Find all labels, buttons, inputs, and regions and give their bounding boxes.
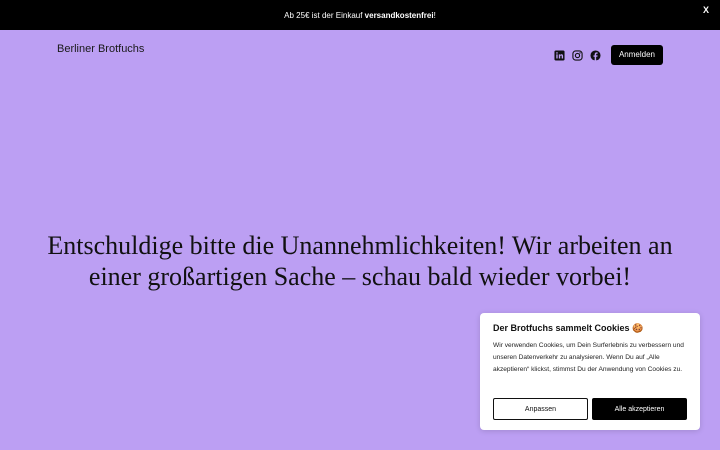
maintenance-headline: Entschuldige bitte die Unannehmlichkeite… [47,231,673,291]
cookie-consent-banner: Der Brotfuchs sammelt Cookies 🍪 Wir verw… [480,313,700,430]
announcement-text-bold: versandkostenfrei [364,10,434,20]
linkedin-icon[interactable] [554,49,565,61]
announcement-text-prefix: Ab 25€ ist der Einkauf [284,10,365,20]
cookie-accept-all-button[interactable]: Alle akzeptieren [592,398,687,420]
header-actions: Anmelden [554,45,663,65]
instagram-icon[interactable] [572,49,583,61]
brand-logo-text[interactable]: Berliner Brotfuchs [57,43,144,55]
cookie-adjust-button[interactable]: Anpassen [493,398,588,420]
login-button[interactable]: Anmelden [610,45,663,65]
cookie-banner-text: Wir verwenden Cookies, um Dein Surferleb… [493,342,684,373]
cookie-banner-buttons: Anpassen Alle akzeptieren [493,398,687,420]
announcement-text-suffix: ! [433,10,436,20]
cookie-banner-title: Der Brotfuchs sammelt Cookies 🍪 [493,323,644,333]
announcement-text: Ab 25€ ist der Einkauf versandkostenfrei… [284,11,436,20]
facebook-icon[interactable] [590,49,601,61]
announcement-bar: Ab 25€ ist der Einkauf versandkostenfrei… [0,0,720,30]
close-announcement-button[interactable]: X [703,5,709,15]
